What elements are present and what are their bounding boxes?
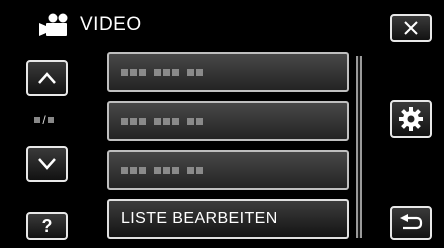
gear-icon bbox=[399, 107, 423, 131]
list-item[interactable] bbox=[107, 52, 349, 92]
help-label: ? bbox=[41, 215, 53, 236]
placeholder-text bbox=[121, 68, 205, 76]
close-button[interactable] bbox=[390, 14, 432, 42]
page-title: VIDEO bbox=[80, 14, 142, 35]
page-separator: / bbox=[42, 113, 46, 127]
list-item[interactable] bbox=[107, 101, 349, 141]
scroll-up-button[interactable] bbox=[26, 60, 68, 96]
chevron-down-icon bbox=[38, 158, 56, 170]
close-icon bbox=[404, 21, 418, 35]
video-camera-icon bbox=[39, 13, 68, 36]
edit-list-label: LISTE BEARBEITEN bbox=[121, 210, 278, 227]
return-arrow-icon bbox=[400, 214, 423, 230]
camera-menu-screen: VIDEO / ? LISTE BEARBEITEN bbox=[0, 0, 444, 248]
scrollbar[interactable] bbox=[356, 56, 362, 238]
back-button[interactable] bbox=[390, 206, 432, 240]
edit-list-button[interactable]: LISTE BEARBEITEN bbox=[107, 199, 349, 239]
chevron-up-icon bbox=[38, 72, 56, 84]
help-button[interactable]: ? bbox=[26, 212, 68, 240]
placeholder-text bbox=[121, 117, 205, 125]
list-item[interactable] bbox=[107, 150, 349, 190]
page-indicator: / bbox=[30, 113, 58, 127]
settings-button[interactable] bbox=[390, 100, 432, 138]
placeholder-text bbox=[121, 166, 205, 174]
scroll-down-button[interactable] bbox=[26, 146, 68, 182]
header: VIDEO bbox=[38, 12, 142, 38]
